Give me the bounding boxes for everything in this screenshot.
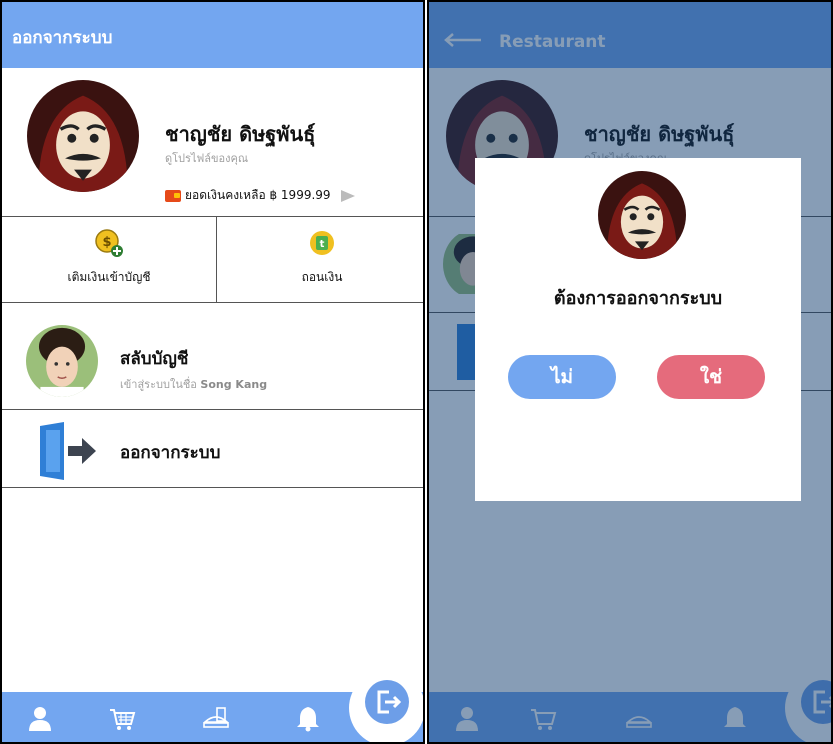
svg-text:$: $ [102, 235, 111, 250]
subtitle-prefix: เข้าสู่ระบบในชื่อ [120, 378, 197, 391]
wallet-icon [165, 189, 181, 202]
cart-icon [110, 709, 136, 730]
cancel-button[interactable]: ไม่ [508, 355, 616, 399]
logout-fab[interactable] [349, 670, 423, 742]
food-nav-button[interactable] [202, 704, 230, 732]
profile-subtitle-link[interactable]: ดูโปรไฟล์ของคุณ [165, 149, 248, 167]
withdraw-button[interactable]: t ถอนเงิน [217, 228, 423, 287]
withdraw-icon: t [310, 231, 334, 255]
coin-add-icon: $ [95, 229, 123, 257]
dialog-avatar [598, 171, 686, 259]
bell-icon [297, 707, 319, 732]
profile-name: ชาญชัย ดิษฐพันธุ์ [165, 122, 316, 146]
cart-nav-button[interactable] [108, 704, 136, 732]
svg-text:t: t [320, 239, 325, 250]
confirm-logout-button[interactable]: ใช่ [657, 355, 765, 399]
logout-row[interactable]: ออกจากระบบ [2, 410, 423, 487]
logout-title: ออกจากระบบ [120, 443, 221, 463]
profile-icon [29, 707, 51, 731]
switch-account-row[interactable]: สลับบัญชี เข้าสู่ระบบในชื่อ Song Kang [2, 303, 423, 409]
profile-avatar[interactable] [27, 80, 139, 192]
balance-text: ยอดเงินคงเหลือ ฿ 1999.99 [185, 188, 331, 202]
switch-account-subtitle: เข้าสู่ระบบในชื่อ Song Kang [120, 375, 267, 393]
page-title: ออกจากระบบ [12, 28, 113, 48]
subtitle-account-name: Song Kang [200, 378, 268, 391]
divider [2, 487, 423, 488]
logout-confirm-dialog: ต้องการออกจากระบบ ไม่ ใช่ [475, 158, 801, 501]
profile-nav-button[interactable] [26, 704, 54, 732]
balance-row[interactable]: ยอดเงินคงเหลือ ฿ 1999.99 [165, 186, 355, 205]
logout-icon [377, 690, 402, 714]
logout-confirm-screen: Restaurant ชาญชัย ดิษฐพันธุ์ ดูโปรไฟล์ขอ… [427, 0, 833, 744]
play-arrow-icon [340, 189, 355, 202]
logout-fab-circle [365, 680, 409, 724]
dialog-question: ต้องการออกจากระบบ [553, 288, 723, 309]
divider [2, 216, 423, 217]
door-exit-icon [40, 422, 96, 480]
switch-account-title: สลับบัญชี [120, 349, 189, 369]
account-screen: ออกจากระบบ ชาญชัย ดิษฐพันธุ์ ดูโปรไฟล์ขอ… [0, 0, 425, 744]
food-icon [202, 707, 230, 728]
notifications-nav-button[interactable] [294, 704, 322, 732]
top-up-label: เติมเงินเข้าบัญชี [67, 270, 151, 284]
top-up-button[interactable]: $ เติมเงินเข้าบัญชี [2, 228, 216, 287]
withdraw-label: ถอนเงิน [301, 270, 343, 284]
alt-account-avatar [26, 325, 98, 397]
header-bar: ออกจากระบบ [2, 2, 423, 68]
